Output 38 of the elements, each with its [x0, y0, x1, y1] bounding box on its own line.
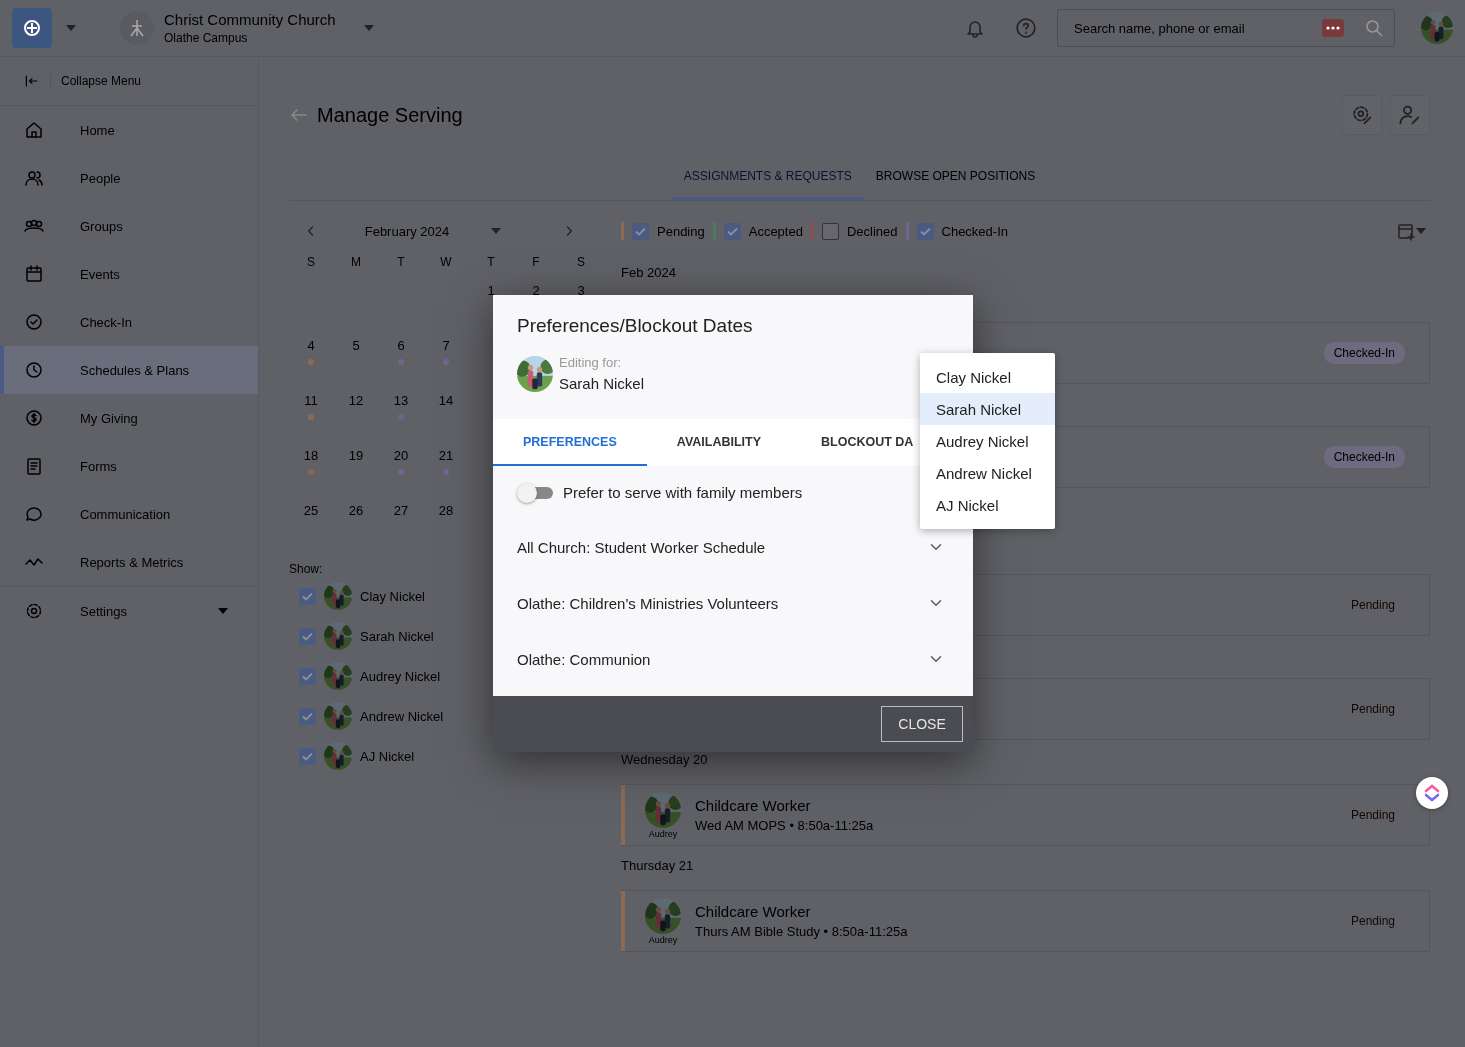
- campus-name: Olathe Campus: [164, 31, 249, 45]
- weekday-label: S: [576, 255, 586, 271]
- weekday-label: T: [486, 255, 496, 271]
- weekday-label: M: [350, 255, 362, 271]
- assignment-detail: Thurs AM Bible Study • 8:50a-11:25a: [695, 924, 909, 939]
- person-label: Audrey: [648, 934, 678, 945]
- weekday-label: F: [531, 255, 541, 271]
- status-badge: Checked-In: [1323, 446, 1405, 468]
- member-name: Audrey Nickel: [360, 668, 441, 684]
- status-filter-label: Accepted: [748, 223, 803, 239]
- assignment-title: Childcare Worker: [695, 903, 812, 920]
- weekday-label: S: [306, 255, 316, 271]
- weekday-label: T: [396, 255, 406, 271]
- status-badge: Checked-In: [1323, 342, 1405, 364]
- month-heading: Feb 2024: [621, 265, 676, 280]
- toggle-label: Prefer to serve with family members: [563, 484, 803, 501]
- assignment-detail: Wed AM MOPS • 8:50a-11:25a: [695, 818, 875, 833]
- dialog-title: Preferences/Blockout Dates: [517, 315, 754, 337]
- member-name: AJ Nickel: [360, 748, 415, 764]
- show-label: Show:: [289, 562, 323, 576]
- page-title: Manage Serving: [317, 103, 464, 127]
- status-label: Pending: [1349, 807, 1396, 824]
- status-filter-label: Pending: [657, 223, 705, 239]
- day-heading: Thursday 21: [621, 858, 694, 875]
- status-label: Pending: [1349, 597, 1396, 614]
- member-name: Clay Nickel: [360, 588, 425, 604]
- status-filter-label: Checked-In: [941, 223, 1008, 239]
- day-heading: Wednesday 20: [621, 752, 708, 769]
- member-name: Sarah Nickel: [360, 628, 434, 644]
- status-label: Pending: [1349, 701, 1396, 718]
- status-filter-label: Declined: [846, 223, 898, 239]
- weekday-label: W: [439, 255, 453, 271]
- member-name: Andrew Nickel: [360, 708, 444, 724]
- editing-for-label: Editing for:: [559, 355, 623, 370]
- assignment-title: Childcare Worker: [695, 797, 812, 814]
- status-label: Pending: [1349, 913, 1396, 930]
- organization-name: Christ Community Church: [164, 11, 336, 28]
- person-label: Audrey: [648, 828, 678, 839]
